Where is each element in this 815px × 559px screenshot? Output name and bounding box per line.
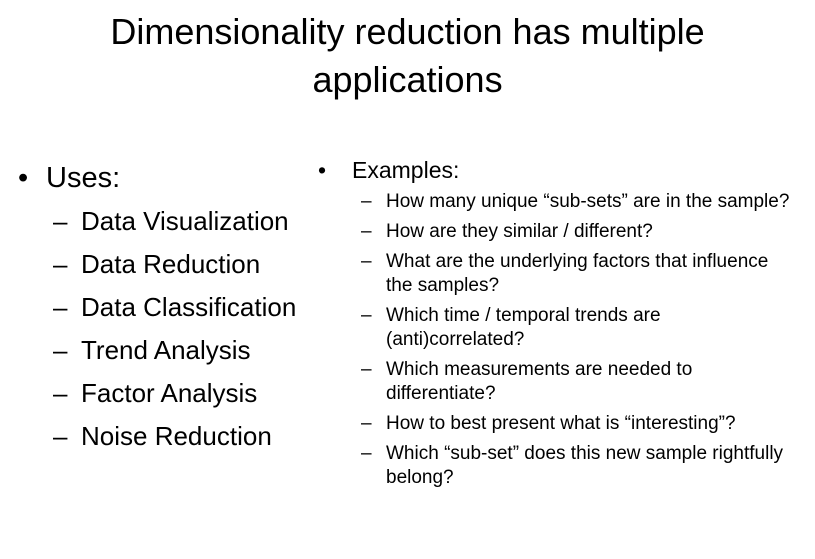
uses-heading-text: Uses: — [46, 162, 121, 194]
examples-list: – How many unique “sub-sets” are in the s… — [318, 190, 798, 490]
list-item: – Which time / temporal trends are (anti)… — [318, 304, 791, 352]
uses-list: – Data Visualization – Data Reduction – Dat… — [18, 200, 318, 458]
list-item-text: What are the underlying factors that inf… — [386, 251, 769, 296]
list-item-text: Which “sub-set” does this new sample rig… — [386, 443, 784, 488]
bullet-icon: • — [318, 157, 327, 183]
list-item: – Data Visualization — [18, 200, 318, 243]
dash-icon: – — [361, 413, 372, 434]
list-item-text: Data Visualization — [81, 206, 289, 236]
list-item: – How many unique “sub-sets” are in the s… — [318, 190, 791, 214]
list-item-text: Trend Analysis — [81, 335, 251, 365]
slide-title: Dimensionality reduction has multiple ap… — [0, 8, 815, 104]
dash-icon: – — [361, 191, 372, 212]
bullet-icon: • — [18, 162, 29, 194]
examples-section: • Examples: – How many unique “sub-sets” … — [318, 154, 798, 496]
list-item-text: How are they similar / different? — [386, 221, 653, 242]
dash-icon: – — [53, 249, 68, 279]
slide: Dimensionality reduction has multiple ap… — [0, 0, 815, 559]
list-item: – Which “sub-set” does this new sample ri… — [318, 442, 791, 490]
uses-heading: • Uses: — [18, 156, 318, 200]
list-item-text: How many unique “sub-sets” are in the sa… — [386, 191, 790, 212]
list-item: – How are they similar / different? — [318, 220, 791, 244]
list-item-text: Noise Reduction — [81, 421, 272, 451]
dash-icon: – — [361, 251, 372, 272]
dash-icon: – — [53, 206, 68, 236]
list-item: – Data Reduction — [18, 243, 318, 286]
list-item: – Data Classification — [18, 286, 318, 329]
list-item: – Which measurements are needed to differ… — [318, 358, 791, 406]
examples-heading: • Examples: — [318, 154, 798, 186]
list-item: – Noise Reduction — [18, 415, 318, 458]
title-line-2: applications — [312, 59, 503, 100]
dash-icon: – — [361, 359, 372, 380]
dash-icon: – — [361, 221, 372, 242]
examples-heading-text: Examples: — [352, 157, 460, 183]
title-line-1: Dimensionality reduction has multiple — [110, 11, 705, 52]
dash-icon: – — [53, 335, 68, 365]
list-item-text: How to best present what is “interesting… — [386, 413, 736, 434]
list-item: – What are the underlying factors that in… — [318, 250, 791, 298]
list-item-text: Which measurements are needed to differe… — [386, 359, 693, 404]
list-item: – Factor Analysis — [18, 372, 318, 415]
dash-icon: – — [361, 443, 372, 464]
list-item-text: Data Classification — [81, 292, 297, 322]
list-item: – How to best present what is “interestin… — [318, 412, 791, 436]
dash-icon: – — [53, 421, 68, 451]
dash-icon: – — [53, 292, 68, 322]
uses-section: • Uses: – Data Visualization – Data Reduct… — [18, 156, 318, 458]
dash-icon: – — [53, 378, 68, 408]
list-item-text: Which time / temporal trends are (anti)c… — [386, 305, 661, 350]
list-item: – Trend Analysis — [18, 329, 318, 372]
list-item-text: Data Reduction — [81, 249, 261, 279]
dash-icon: – — [361, 305, 372, 326]
list-item-text: Factor Analysis — [81, 378, 258, 408]
